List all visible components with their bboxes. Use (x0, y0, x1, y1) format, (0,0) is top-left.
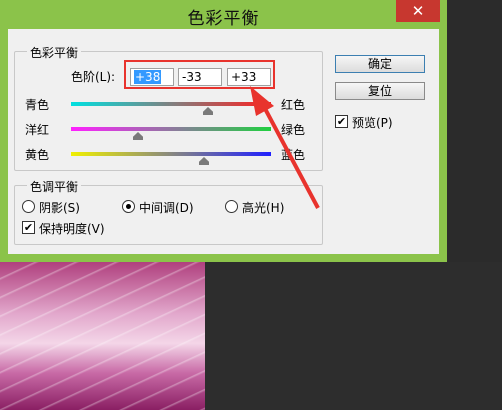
annotation-arrow-icon (250, 86, 320, 209)
